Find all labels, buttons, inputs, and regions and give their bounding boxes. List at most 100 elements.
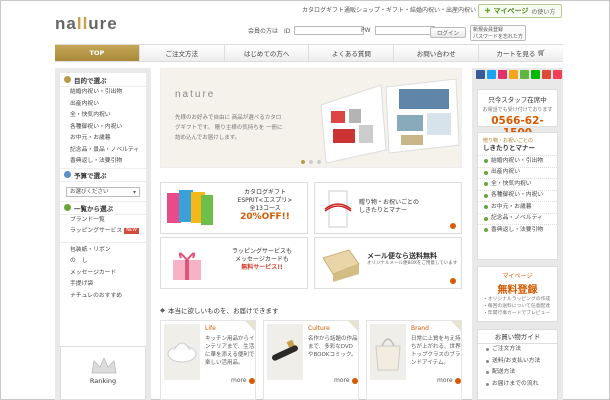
forgot-password-link[interactable]: パスワードを忘れた方 <box>473 34 523 40</box>
culture-card[interactable]: Culture 名作から話題の作品まで、多彩なDVDやBOOKコミック。 mor… <box>263 320 359 400</box>
catalog-promo-discount: 20%OFF!! <box>240 212 290 222</box>
life-more-link[interactable]: more <box>231 377 255 384</box>
guide-item[interactable]: お届けまでの流れ <box>478 379 557 391</box>
gift-box-image <box>173 252 201 280</box>
other-link[interactable]: 包装紙・リボン <box>60 245 146 257</box>
culture-description: 名作から話題の作品まで、多彩なDVDやBOOKコミック。 <box>308 336 358 358</box>
brand-list-link[interactable]: ブランド一覧 <box>60 215 146 227</box>
wrapping-promo-text: ラッピングサービスも メッセージカードも 無料サービス!! <box>219 248 305 272</box>
hero-pager <box>161 160 461 164</box>
manner-promo-line2: しきたりとマナー <box>359 207 408 214</box>
password-input[interactable] <box>374 26 435 35</box>
purpose-item[interactable]: お中元・お歳暮 <box>60 133 146 145</box>
bullet-icon <box>484 159 488 164</box>
manner-item[interactable]: 各種御祝い・内祝い <box>478 189 557 202</box>
guide-item[interactable]: 配送方法 <box>478 367 557 379</box>
culture-more-link[interactable]: more <box>334 377 358 384</box>
nav-top[interactable]: TOP <box>55 45 140 61</box>
facebook-icon[interactable] <box>476 70 485 79</box>
manner-item[interactable]: 出産内祝い <box>478 166 557 179</box>
purpose-item[interactable]: 各種御祝い・内祝い <box>60 122 146 134</box>
catalog-promo-text: カタログギフト ESPRIT<エスプリ> 全13コース 20%OFF!! <box>225 189 305 222</box>
staff-title: 只今スタッフ在席中 <box>488 96 547 104</box>
nav-order-method[interactable]: ご注文方法 <box>140 45 225 61</box>
nav-cart[interactable]: カートを見る 🛒︎ <box>479 45 563 61</box>
site-logo[interactable]: nallure <box>55 14 118 34</box>
nav-first-time[interactable]: はじめての方へ <box>225 45 310 61</box>
manner-item[interactable]: お中元・お歳暮 <box>478 201 557 213</box>
header: nallure カタログギフト通販ショップ・ギフト・結婚内祝い・出産内祝い ✚ … <box>0 0 610 42</box>
purpose-title: 目的で選ぶ <box>74 76 107 85</box>
manner-heading: 贈り物・お祝いごとの しきたりとマナー <box>478 133 557 155</box>
nav-contact[interactable]: お問い合わせ <box>394 45 480 61</box>
manner-item[interactable]: 全・快気内祝い <box>478 178 557 190</box>
purpose-item[interactable]: 結婚内祝い・引出物 <box>60 87 146 99</box>
catalog-books-image <box>167 190 213 225</box>
other-link[interactable]: 手提げ袋 <box>60 279 146 291</box>
wrapping-service-label: ラッピングサービス <box>70 228 123 234</box>
manner-item[interactable]: 記念品・ノベルティ <box>478 212 557 225</box>
login-button[interactable]: ログイン <box>430 27 466 38</box>
wrapping-service-link[interactable]: ラッピングサービス NEW <box>60 226 146 238</box>
brand-category: Brand <box>411 325 429 332</box>
twitter-icon[interactable] <box>487 70 496 79</box>
culture-more-label: more <box>334 377 350 384</box>
register-link[interactable]: 新規会員登録 <box>473 27 523 34</box>
pw-label: PW <box>361 27 371 34</box>
shipping-promo-text: メール便なら送料無料 オリジナルメール便BOXをご用意しています <box>367 252 457 268</box>
purpose-list: 結婚内祝い・引出物 出産内祝い 全・快気内祝い 各種御祝い・内祝い お中元・お歳… <box>60 87 146 168</box>
google-plus-icon[interactable] <box>542 70 551 79</box>
other-link[interactable]: ナチュレのおすすめ <box>60 291 146 303</box>
manner-item[interactable]: 香典返し・法要引物 <box>478 224 557 236</box>
other-link[interactable]: メッセージカード <box>60 268 146 280</box>
wrapping-promo-tile[interactable]: ラッピングサービスも メッセージカードも 無料サービス!! <box>160 237 308 289</box>
line-icon[interactable] <box>531 70 540 79</box>
shipping-promo-tile[interactable]: メール便なら送料無料 オリジナルメール便BOXをご用意しています <box>314 237 462 289</box>
purpose-item[interactable]: 香典返し・法要引物 <box>60 156 146 168</box>
hero-banner[interactable]: nature 先様のお好みで自由に 商品が選べるカタログギフトです。 贈り主様の… <box>160 68 462 168</box>
ranking-banner[interactable]: Ranking <box>60 346 146 400</box>
manner-item[interactable]: 結婚内祝い・引出物 <box>478 155 557 167</box>
share-icon[interactable] <box>520 70 529 79</box>
register-banner[interactable]: マイページ 無料登録 ・オリジナルラッピングの作成 ・毎回の送料について任意配達… <box>477 266 558 322</box>
purpose-item[interactable]: 全・快気内祝い <box>60 110 146 122</box>
budget-select[interactable]: お選びください <box>66 186 140 197</box>
life-card[interactable]: Life キッチン用品からインテリアまで、生活に華を添える便利で楽しい活用品。 … <box>160 320 256 400</box>
manner-box: 贈り物・お祝いごとの しきたりとマナー 結婚内祝い・引出物 出産内祝い 全・快気… <box>477 132 558 260</box>
mypage-button[interactable]: ✚ マイページ の使い方 <box>478 4 562 18</box>
life-more-label: more <box>231 377 247 384</box>
guide-item[interactable]: ご注文方法 <box>478 344 557 356</box>
budget-icon <box>64 171 71 178</box>
nav-faq[interactable]: よくある質問 <box>309 45 395 61</box>
purpose-item[interactable]: 記念品・景品・ノベルティ <box>60 145 146 157</box>
shopping-guide-box: お買い物ガイド ご注文方法 送料/お支払い方法 配送方法 お届けまでの流れ <box>477 329 558 400</box>
other-link[interactable]: の し <box>60 256 146 268</box>
crown-icon <box>91 357 117 374</box>
instagram-icon[interactable] <box>498 70 507 79</box>
hero-dot[interactable] <box>301 160 305 164</box>
corner-decoration <box>245 321 255 331</box>
purpose-heading: 目的で選ぶ <box>60 73 146 87</box>
life-description: キッチン用品からインテリアまで、生活に華を添える便利で楽しい活用品。 <box>205 336 255 366</box>
id-input[interactable] <box>294 26 365 35</box>
manner-item-label: 記念品・ノベルティ <box>491 215 543 221</box>
id-label: 会員の方は ID <box>248 28 291 35</box>
id-row: 会員の方は ID <box>248 26 365 35</box>
hero-dot[interactable] <box>309 160 313 164</box>
pocket-icon[interactable] <box>553 70 562 79</box>
manner-item-label: 各種御祝い・内祝い <box>491 192 544 198</box>
brand-card[interactable]: Brand 日常に上質を与え持ちが上がれる、世界トップクラスのブランドアイテム。… <box>366 320 462 400</box>
hero-dot[interactable] <box>317 160 321 164</box>
purpose-item[interactable]: 出産内祝い <box>60 99 146 111</box>
brand-more-label: more <box>437 377 453 384</box>
catalog-promo-tile[interactable]: カタログギフト ESPRIT<エスプリ> 全13コース 20%OFF!! <box>160 182 308 234</box>
bullet-icon <box>486 359 489 363</box>
corner-decoration <box>451 321 461 331</box>
rss-icon[interactable] <box>509 70 518 79</box>
header-tagline: カタログギフト通販ショップ・ギフト・結婚内祝い・出産内祝い <box>302 7 477 14</box>
bullet-icon <box>484 182 488 187</box>
guide-item[interactable]: 送料/お支払い方法 <box>478 356 557 368</box>
guide-item-label: ご注文方法 <box>492 346 521 352</box>
brand-more-link[interactable]: more <box>437 377 461 384</box>
manner-promo-tile[interactable]: 贈り物・お祝いごとの しきたりとマナー <box>314 182 462 234</box>
